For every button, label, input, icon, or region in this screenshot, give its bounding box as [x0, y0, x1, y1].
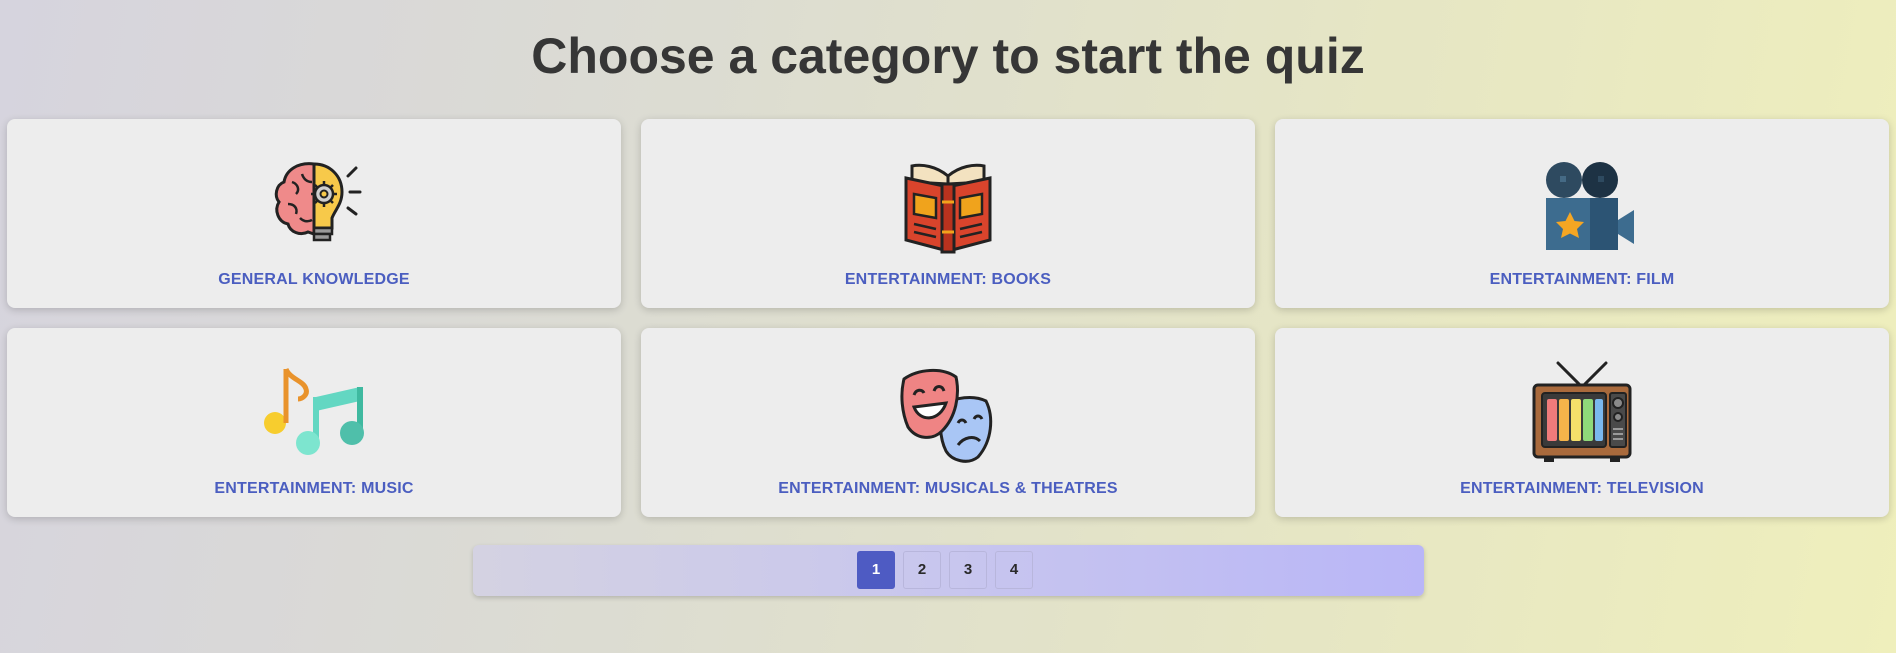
category-label: ENTERTAINMENT: MUSICALS & THEATRES [778, 480, 1118, 497]
category-card-general-knowledge[interactable]: GENERAL KNOWLEDGE [7, 119, 621, 308]
music-notes-icon [262, 361, 366, 465]
theatre-masks-icon [896, 361, 1000, 465]
page-title: Choose a category to start the quiz [531, 28, 1365, 84]
page-button-4[interactable]: 4 [995, 551, 1033, 589]
category-card-film[interactable]: ENTERTAINMENT: FILM [1275, 119, 1889, 308]
category-label: ENTERTAINMENT: TELEVISION [1460, 480, 1704, 497]
category-label: GENERAL KNOWLEDGE [218, 271, 410, 288]
category-label: ENTERTAINMENT: BOOKS [844, 271, 1052, 288]
open-book-icon [896, 152, 1000, 256]
page-button-1[interactable]: 1 [857, 551, 895, 589]
category-label: ENTERTAINMENT: FILM [1489, 271, 1675, 288]
brain-lightbulb-icon [262, 152, 366, 256]
category-card-musicals-theatres[interactable]: ENTERTAINMENT: MUSICALS & THEATRES [641, 328, 1255, 517]
category-label: ENTERTAINMENT: MUSIC [214, 480, 414, 497]
pagination: 1 2 3 4 [857, 551, 1033, 589]
category-card-music[interactable]: ENTERTAINMENT: MUSIC [7, 328, 621, 517]
movie-camera-icon [1530, 152, 1634, 256]
page-button-2[interactable]: 2 [903, 551, 941, 589]
category-grid: GENERAL KNOWLEDGE ENTERTAINMENT: BOOKS E… [7, 119, 1890, 517]
pagination-bar: 1 2 3 4 [473, 545, 1424, 596]
category-card-television[interactable]: ENTERTAINMENT: TELEVISION [1275, 328, 1889, 517]
page-button-3[interactable]: 3 [949, 551, 987, 589]
category-card-books[interactable]: ENTERTAINMENT: BOOKS [641, 119, 1255, 308]
retro-tv-icon [1530, 361, 1634, 465]
